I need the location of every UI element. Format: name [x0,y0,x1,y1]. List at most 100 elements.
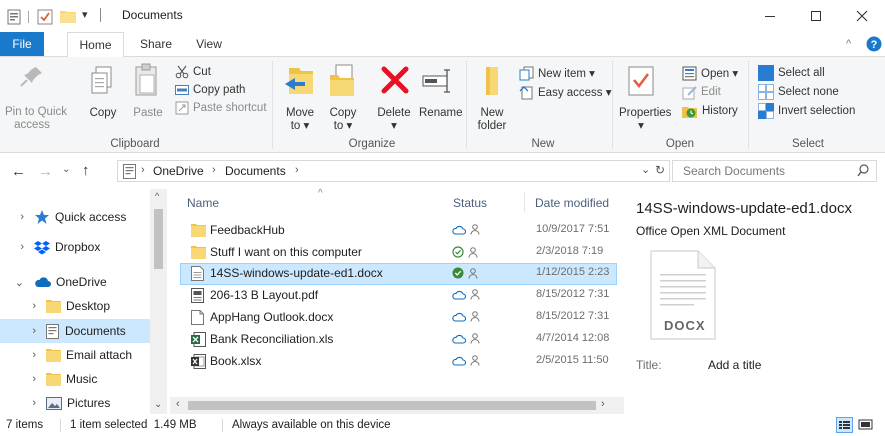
expand-chevron-icon[interactable]: › [12,300,46,312]
copy-to-button[interactable]: Copy to ▾ [326,107,360,133]
new-item-button[interactable]: New item ▾ [519,64,595,82]
expand-chevron-icon[interactable]: › [0,211,34,223]
table-row[interactable]: Bank Reconciliation.xls 4/7/2014 12:08 [180,329,617,351]
hscroll-thumb[interactable] [188,401,596,410]
cut-button[interactable]: Cut [175,63,211,81]
copy-button[interactable]: Copy [88,107,118,120]
select-none-button[interactable]: Select none [758,83,839,101]
cloud-outline-icon [452,312,466,322]
nav-item-music[interactable]: › Music [0,367,150,391]
nav-item-documents[interactable]: › Documents [0,319,150,343]
docx-file-icon [191,266,204,281]
tab-view[interactable]: View [186,32,232,56]
back-arrow-icon[interactable]: ← [11,163,26,180]
address-bar[interactable]: › OneDrive › Documents › ⌄ ↻ [117,160,670,182]
collapse-ribbon-icon[interactable]: ^ [846,38,851,50]
tab-share[interactable]: Share [131,32,181,56]
cut-label: Cut [193,66,211,78]
recent-locations-chevron-icon[interactable]: ⌄ [62,164,70,175]
invert-selection-button[interactable]: Invert selection [758,102,855,120]
nav-item-pictures[interactable]: › Pictures [0,391,150,415]
new-folder-qa-icon[interactable] [60,9,76,23]
rename-button[interactable]: Rename [419,107,462,120]
status-cloud [452,333,480,344]
person-icon [468,267,478,279]
nav-item-desktop[interactable]: › Desktop [0,294,150,318]
collapse-chevron-icon[interactable]: ⌄ [0,276,34,289]
crumb-separator-icon[interactable]: › [212,164,216,176]
search-icon[interactable] [857,164,869,177]
large-icons-view-button[interactable] [858,418,873,432]
breadcrumb-onedrive[interactable]: OneDrive [153,164,204,178]
table-row[interactable]: AppHang Outlook.docx 8/15/2012 7:31 [180,307,617,329]
history-button[interactable]: History [682,102,738,120]
nav-item-email-attach[interactable]: › Email attach [0,343,150,367]
nav-scroll-thumb[interactable] [154,209,163,269]
column-header-name[interactable]: Name [187,196,219,210]
move-to-button[interactable]: Move to ▾ [283,107,317,133]
tab-home[interactable]: Home [67,32,124,57]
scroll-right-icon[interactable]: › [601,398,605,410]
column-divider[interactable] [524,192,525,212]
nav-item-onedrive[interactable]: ⌄ OneDrive [0,270,150,294]
organize-group-label: Organize [348,138,396,150]
scroll-down-icon[interactable]: ⌄ [154,399,162,410]
person-icon [470,355,480,366]
search-box[interactable]: Search Documents [672,160,877,182]
table-row-selected[interactable]: 14SS-windows-update-ed1.docx 1/12/2015 2… [180,263,617,285]
delete-label: Delete [377,107,411,119]
details-title-field[interactable]: Add a title [708,358,761,372]
nav-item-quick-access[interactable]: › Quick access [0,205,150,229]
pin-to-quick-access-button[interactable]: Pin to Quick access [5,106,67,132]
tab-file[interactable]: File [0,32,44,56]
details-view-button[interactable] [836,417,853,433]
column-header-date-modified[interactable]: Date modified [535,196,621,210]
minimize-button[interactable] [747,0,793,32]
edit-button[interactable]: Edit [682,83,721,101]
paste-button[interactable]: Paste [132,107,164,120]
select-all-button[interactable]: Select all [758,64,825,82]
undo-checkbox-icon[interactable] [37,9,53,25]
file-list-hscrollbar[interactable]: ‹ › [170,397,624,414]
easy-access-icon [519,85,533,99]
close-button[interactable] [839,0,885,32]
properties-icon[interactable] [7,9,21,25]
paste-shortcut-button[interactable]: Paste shortcut [175,99,267,117]
status-cloud [452,289,480,300]
delete-button[interactable]: Delete ▾ [373,107,415,133]
address-dropdown-icon[interactable]: ⌄ [641,163,650,176]
help-icon[interactable]: ? [866,36,882,52]
easy-access-button[interactable]: Easy access ▾ [519,83,612,101]
expand-chevron-icon[interactable]: › [0,241,34,253]
qa-dropdown-icon[interactable]: ▾ [82,8,88,21]
copy-path-button[interactable]: Copy path [175,81,245,99]
column-header-status[interactable]: Status [453,196,487,210]
expand-chevron-icon[interactable]: › [12,349,46,361]
scroll-left-icon[interactable]: ‹ [176,398,180,410]
table-row[interactable]: 206-13 B Layout.pdf 8/15/2012 7:31 [180,285,617,307]
table-row[interactable]: FeedbackHub 10/9/2017 7:51 [180,220,617,242]
nav-scrollbar[interactable]: ^ ⌄ [150,189,167,414]
select-none-label: Select none [778,86,839,98]
search-input[interactable]: Search Documents [683,164,785,178]
table-row[interactable]: Book.xlsx 2/5/2015 11:50 [180,351,617,373]
refresh-icon[interactable]: ↻ [655,163,665,177]
expand-chevron-icon[interactable]: › [12,373,46,385]
table-row[interactable]: Stuff I want on this computer 2/3/2018 7… [180,242,617,264]
date-modified: 10/9/2017 7:51 [536,223,610,235]
nav-item-label: Music [66,372,98,386]
scroll-up-icon[interactable]: ^ [155,191,159,201]
nav-item-label: Pictures [67,396,111,410]
forward-arrow-icon[interactable]: → [38,163,53,180]
properties-button[interactable]: Properties ▾ [619,107,671,133]
crumb-separator-icon[interactable]: › [295,164,299,176]
crumb-separator-icon[interactable]: › [141,164,145,176]
maximize-button[interactable] [793,0,839,32]
open-button[interactable]: Open ▾ [682,64,738,82]
breadcrumb-documents[interactable]: Documents [225,164,286,178]
new-folder-button[interactable]: New folder [474,107,510,133]
nav-item-dropbox[interactable]: › Dropbox [0,235,150,259]
up-arrow-icon[interactable]: ↑ [82,162,90,179]
expand-chevron-icon[interactable]: › [12,325,46,337]
expand-chevron-icon[interactable]: › [12,397,46,409]
